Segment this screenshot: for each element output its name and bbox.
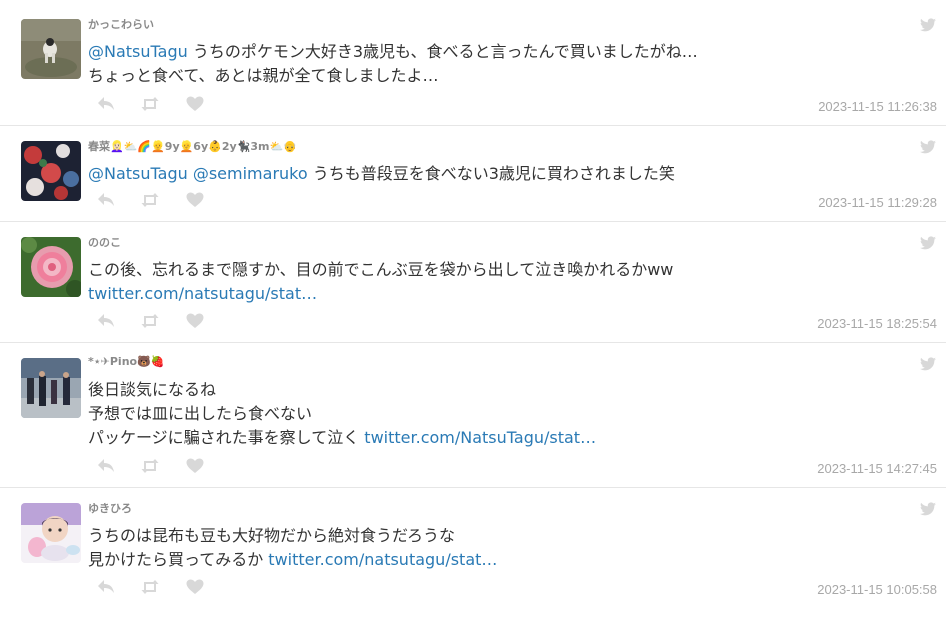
text-segment: うちのは昆布も豆も大好物だから絶対食うだろうな [88, 526, 456, 545]
tweet-line: twitter.com/natsutagu/stat… [88, 282, 886, 306]
avatar[interactable] [21, 19, 81, 79]
tweet-line: 見かけたら買ってみるか twitter.com/natsutagu/stat… [88, 548, 886, 572]
tweet-text: この後、忘れるまで隠すか、目の前でこんぶ豆を袋から出して泣き喚かれるかww tw… [88, 258, 886, 306]
tweet-card: かっこわらい @NatsuTagu うちのポケモン大好き3歳児も、食べると言った… [0, 0, 946, 126]
status-link[interactable]: twitter.com/natsutagu/stat… [88, 284, 317, 303]
reply-icon[interactable] [97, 458, 117, 474]
tweet-line: @NatsuTagu うちのポケモン大好き3歳児も、食べると言ったんで買いました… [88, 40, 886, 64]
like-heart-icon[interactable] [186, 96, 206, 112]
text-segment: 後日談気になるね [88, 380, 217, 399]
timestamp[interactable]: 2023-11-15 11:26:38 [818, 99, 937, 114]
text-segment: 見かけたら買ってみるか [88, 550, 269, 569]
retweet-icon[interactable] [141, 579, 161, 595]
twitter-bird-icon[interactable] [920, 17, 936, 32]
status-link[interactable]: twitter.com/NatsuTagu/stat… [364, 428, 596, 447]
tweet-card: 春菜👱🏻‍♀️⛅️🌈👱9y👱6y👶2y🐈‍⬛3m⛅️👴 @NatsuTagu @… [0, 126, 946, 222]
retweet-icon[interactable] [141, 192, 161, 208]
tweet-feed: かっこわらい @NatsuTagu うちのポケモン大好き3歳児も、食べると言った… [0, 0, 946, 626]
tweet-card: ゆきひろ うちのは昆布も豆も大好物だから絶対食うだろうな 見かけたら買ってみるか… [0, 488, 946, 626]
reply-icon[interactable] [97, 96, 117, 112]
text-segment: この後、忘れるまで隠すか、目の前でこんぶ豆を袋から出して泣き喚かれるかww [88, 260, 674, 279]
text-segment: 予想では皿に出したら食べない [88, 404, 313, 423]
author-name[interactable]: ゆきひろ [88, 500, 132, 516]
timestamp[interactable]: 2023-11-15 14:27:45 [817, 461, 937, 476]
reply-icon[interactable] [97, 192, 117, 208]
like-heart-icon[interactable] [186, 579, 206, 595]
tweet-line: うちのは昆布も豆も大好物だから絶対食うだろうな [88, 524, 886, 548]
timestamp[interactable]: 2023-11-15 18:25:54 [817, 316, 937, 331]
reply-icon[interactable] [97, 313, 117, 329]
status-link[interactable]: twitter.com/natsutagu/stat… [268, 550, 497, 569]
retweet-icon[interactable] [141, 313, 161, 329]
tweet-text: 後日談気になるね 予想では皿に出したら食べない パッケージに騙された事を察して泣… [88, 378, 886, 450]
retweet-icon[interactable] [141, 96, 161, 112]
tweet-text: @NatsuTagu @semimaruko うちも普段豆を食べない3歳児に買わ… [88, 162, 886, 186]
like-heart-icon[interactable] [186, 192, 206, 208]
tweet-line: 予想では皿に出したら食べない [88, 402, 886, 426]
mention-link[interactable]: @NatsuTagu [88, 164, 188, 183]
tweet-line: この後、忘れるまで隠すか、目の前でこんぶ豆を袋から出して泣き喚かれるかww [88, 258, 886, 282]
text-segment: うちも普段豆を食べない3歳児に買わされました笑 [307, 164, 675, 183]
tweet-line: ちょっと食べて、あとは親が全て食しましたよ… [88, 64, 886, 88]
avatar[interactable] [21, 358, 81, 418]
mention-link[interactable]: @NatsuTagu [88, 42, 188, 61]
avatar[interactable] [21, 141, 81, 201]
tweet-line: @NatsuTagu @semimaruko うちも普段豆を食べない3歳児に買わ… [88, 162, 886, 186]
mention-link[interactable]: @semimaruko [188, 164, 308, 183]
text-segment: パッケージに騙された事を察して泣く [88, 428, 365, 447]
tweet-card: ののこ この後、忘れるまで隠すか、目の前でこんぶ豆を袋から出して泣き喚かれるかw… [0, 222, 946, 343]
avatar[interactable] [21, 503, 81, 563]
text-segment: うちのポケモン大好き3歳児も、食べると言ったんで買いましたがね… [187, 42, 698, 61]
author-name[interactable]: *⋆✈Pino🐻🍓 [88, 355, 164, 368]
tweet-card: *⋆✈Pino🐻🍓 後日談気になるね 予想では皿に出したら食べない パッケージに… [0, 343, 946, 488]
text-segment: ちょっと食べて、あとは親が全て食しましたよ… [88, 66, 439, 85]
twitter-bird-icon[interactable] [920, 139, 936, 154]
twitter-bird-icon[interactable] [920, 501, 936, 516]
author-name[interactable]: 春菜👱🏻‍♀️⛅️🌈👱9y👱6y👶2y🐈‍⬛3m⛅️👴 [88, 138, 297, 154]
avatar[interactable] [21, 237, 81, 297]
retweet-icon[interactable] [141, 458, 161, 474]
author-name[interactable]: かっこわらい [88, 16, 154, 32]
tweet-text: @NatsuTagu うちのポケモン大好き3歳児も、食べると言ったんで買いました… [88, 40, 886, 88]
like-heart-icon[interactable] [186, 458, 206, 474]
twitter-bird-icon[interactable] [920, 235, 936, 250]
twitter-bird-icon[interactable] [920, 356, 936, 371]
timestamp[interactable]: 2023-11-15 11:29:28 [818, 195, 937, 210]
tweet-text: うちのは昆布も豆も大好物だから絶対食うだろうな 見かけたら買ってみるか twit… [88, 524, 886, 572]
tweet-line: 後日談気になるね [88, 378, 886, 402]
reply-icon[interactable] [97, 579, 117, 595]
tweet-line: パッケージに騙された事を察して泣く twitter.com/NatsuTagu/… [88, 426, 886, 450]
author-name[interactable]: ののこ [88, 234, 121, 250]
like-heart-icon[interactable] [186, 313, 206, 329]
timestamp[interactable]: 2023-11-15 10:05:58 [817, 582, 937, 597]
